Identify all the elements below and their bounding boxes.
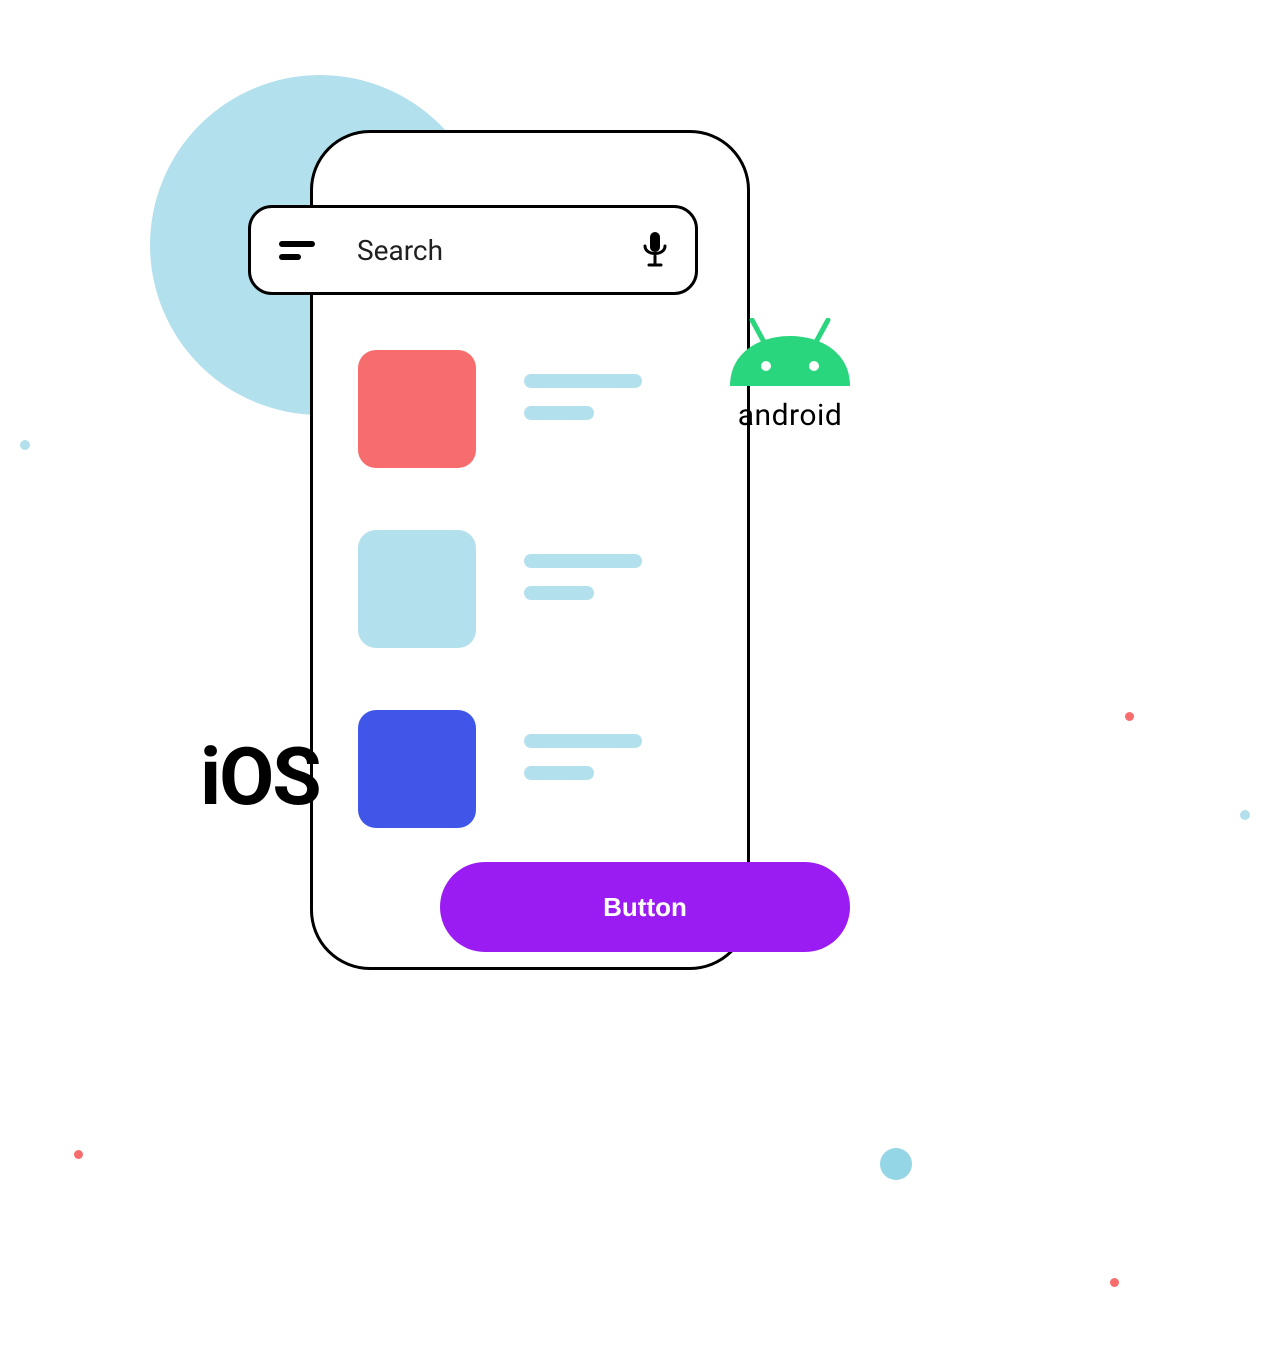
list-text-placeholder	[524, 530, 642, 618]
search-bar[interactable]: Search	[248, 205, 698, 295]
search-placeholder[interactable]: Search	[357, 234, 643, 267]
decorative-dot	[1240, 810, 1250, 820]
decorative-dot	[74, 1150, 83, 1159]
list-text-placeholder	[524, 350, 642, 438]
decorative-dot	[880, 1148, 912, 1180]
decorative-dot	[1125, 712, 1134, 721]
decorative-dot	[20, 440, 30, 450]
decorative-dot	[1110, 1278, 1119, 1287]
content-list	[358, 350, 642, 890]
list-tile	[358, 710, 476, 828]
ios-label: iOS	[200, 730, 320, 824]
list-tile	[358, 350, 476, 468]
primary-button[interactable]: Button	[440, 862, 850, 952]
list-text-placeholder	[524, 710, 642, 798]
android-icon	[720, 318, 860, 388]
primary-button-label: Button	[603, 892, 687, 923]
android-label: android	[720, 398, 860, 433]
list-item[interactable]	[358, 530, 642, 648]
list-item[interactable]	[358, 710, 642, 828]
menu-icon[interactable]	[279, 241, 315, 260]
microphone-icon[interactable]	[643, 232, 667, 268]
android-badge: android	[720, 318, 860, 433]
list-item[interactable]	[358, 350, 642, 468]
list-tile	[358, 530, 476, 648]
